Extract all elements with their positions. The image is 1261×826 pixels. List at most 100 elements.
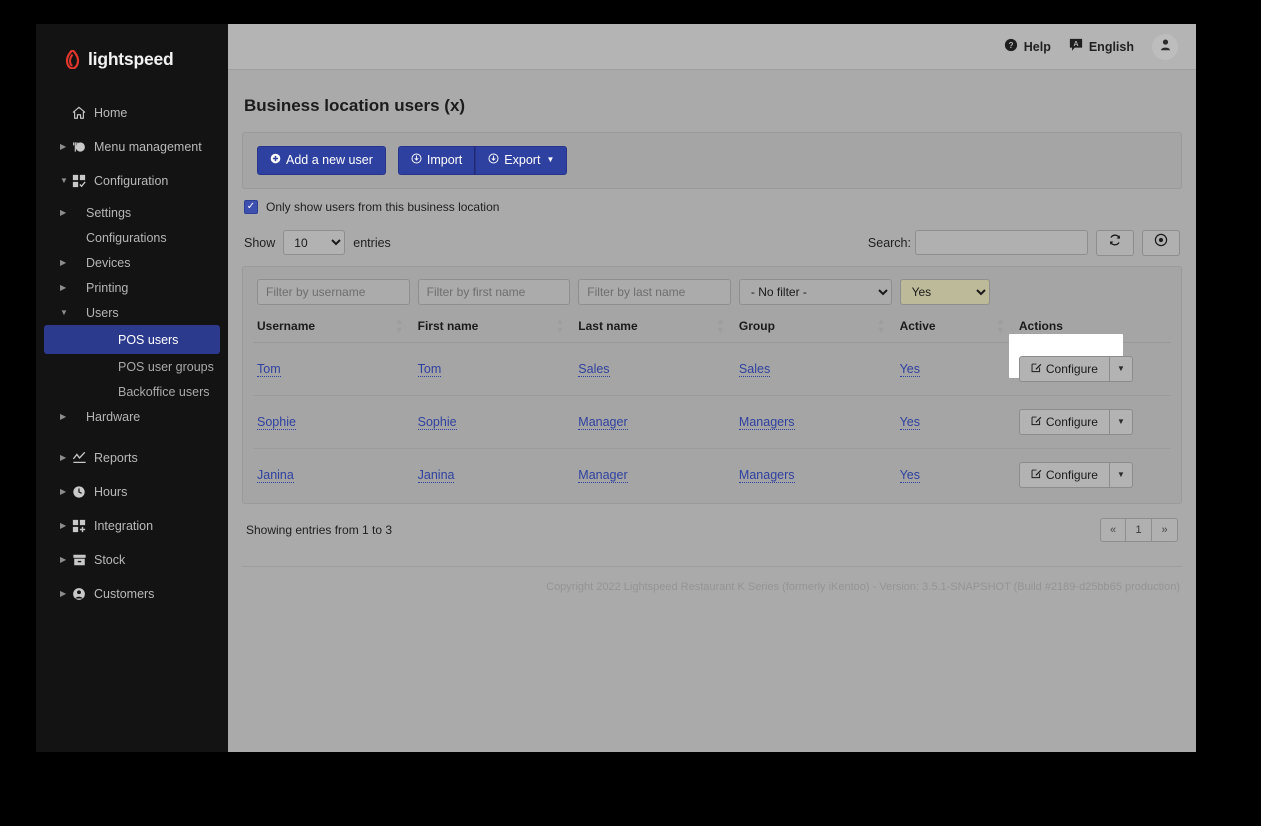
- first-name-link[interactable]: Janina: [417, 467, 455, 483]
- chevron-right-icon[interactable]: ▶: [60, 453, 72, 462]
- group-link[interactable]: Sales: [738, 361, 771, 377]
- configure-button[interactable]: Configure: [1018, 461, 1110, 488]
- sidebar-item-label: Backoffice users: [118, 384, 210, 399]
- sidebar-item-hardware[interactable]: ▶ Hardware: [36, 404, 228, 429]
- last-name-link[interactable]: Manager: [578, 467, 628, 483]
- sidebar-item-settings[interactable]: ▶ Settings: [36, 200, 228, 225]
- sidebar-item-pos-user-groups[interactable]: ▶ POS user groups: [36, 354, 228, 379]
- only-show-users-label: Only show users from this business locat…: [266, 199, 500, 214]
- sidebar-item-configuration[interactable]: ▼ Configuration: [36, 166, 228, 195]
- clock-icon: [72, 485, 94, 499]
- sidebar-item-integration[interactable]: ▶ Integration: [36, 511, 228, 540]
- export-arrow-icon: [488, 153, 499, 168]
- configure-button[interactable]: Configure: [1018, 355, 1110, 382]
- sort-icon[interactable]: ▲ ▼: [555, 316, 564, 335]
- pagination-page-1[interactable]: 1: [1126, 517, 1152, 542]
- last-name-link[interactable]: Sales: [578, 361, 610, 377]
- chevron-right-icon[interactable]: ▶: [60, 283, 72, 292]
- sidebar-item-label: Configuration: [94, 173, 169, 188]
- language-button[interactable]: A English: [1069, 38, 1134, 55]
- sidebar-item-configurations[interactable]: ▶ Configurations: [36, 225, 228, 250]
- export-button[interactable]: Export ▼: [475, 146, 568, 175]
- sidebar-item-menu-management[interactable]: ▶ Menu management: [36, 132, 228, 161]
- chevron-right-icon[interactable]: ▶: [60, 589, 72, 598]
- cell-active: Yes: [895, 395, 1015, 449]
- only-show-users-checkbox[interactable]: ✓: [244, 199, 258, 214]
- refresh-button[interactable]: [1096, 229, 1134, 256]
- filter-by-group-select[interactable]: - No filter -: [738, 278, 892, 305]
- chevron-right-icon[interactable]: ▶: [60, 208, 72, 217]
- sidebar-item-stock[interactable]: ▶ Stock: [36, 545, 228, 574]
- first-name-link[interactable]: Sophie: [417, 414, 457, 430]
- group-link[interactable]: Managers: [738, 414, 795, 430]
- chevron-right-icon[interactable]: ▶: [60, 258, 72, 267]
- sidebar-item-pos-users[interactable]: ▶ POS users: [44, 325, 220, 354]
- sidebar-item-label: Home: [94, 105, 128, 120]
- sidebar-item-home[interactable]: ▶ Home: [36, 98, 228, 127]
- column-header-username[interactable]: Username ▲ ▼: [253, 314, 414, 343]
- column-header-first-name[interactable]: First name ▲ ▼: [413, 314, 575, 343]
- username-link[interactable]: Sophie: [257, 414, 296, 430]
- export-label: Export: [504, 152, 541, 167]
- chevron-right-icon[interactable]: ▶: [60, 142, 72, 151]
- active-link[interactable]: Yes: [899, 414, 920, 430]
- chevron-right-icon[interactable]: ▶: [60, 487, 72, 496]
- sidebar-item-backoffice-users[interactable]: ▶ Backoffice users: [36, 379, 228, 404]
- sidebar-item-hours[interactable]: ▶ Hours: [36, 477, 228, 506]
- sidebar-item-label: Configurations: [86, 230, 167, 245]
- sidebar-item-devices[interactable]: ▶ Devices: [36, 250, 228, 275]
- chevron-right-icon[interactable]: ▶: [60, 521, 72, 530]
- first-name-link[interactable]: Tom: [417, 361, 442, 377]
- sidebar-item-label: Customers: [94, 586, 155, 601]
- users-table-card: - No filter - Yes: [242, 265, 1182, 504]
- entries-per-page-select[interactable]: 10: [283, 230, 346, 256]
- integration-icon: [72, 519, 94, 533]
- configure-dropdown-toggle[interactable]: ▼: [1109, 461, 1133, 488]
- sidebar-item-reports[interactable]: ▶ Reports: [36, 443, 228, 472]
- sidebar: lightspeed ▶ Home ▶ Menu management: [36, 24, 228, 752]
- chevron-down-icon[interactable]: ▼: [60, 176, 72, 185]
- chevron-right-icon[interactable]: ▶: [60, 412, 72, 421]
- chevron-right-icon[interactable]: ▶: [60, 555, 72, 564]
- configure-dropdown-toggle[interactable]: ▼: [1109, 408, 1133, 435]
- help-button[interactable]: ? Help: [1004, 38, 1051, 55]
- add-new-user-button[interactable]: Add a new user: [257, 146, 386, 175]
- filter-cell-first-name: [414, 278, 575, 315]
- cell-last-name: Sales: [574, 342, 735, 396]
- sidebar-item-customers[interactable]: ▶ Customers: [36, 579, 228, 608]
- column-label: Group: [738, 318, 775, 333]
- column-header-group[interactable]: Group ▲ ▼: [734, 314, 896, 343]
- configure-button[interactable]: Configure: [1018, 408, 1110, 435]
- sidebar-item-label: Stock: [94, 552, 126, 567]
- last-name-link[interactable]: Manager: [578, 414, 628, 430]
- brand-logo[interactable]: lightspeed: [36, 36, 228, 82]
- username-link[interactable]: Janina: [257, 467, 294, 483]
- import-button[interactable]: Import: [397, 146, 476, 175]
- sort-icon[interactable]: ▲ ▼: [877, 316, 886, 335]
- column-header-last-name[interactable]: Last name ▲ ▼: [574, 314, 735, 343]
- filter-by-first-name-input[interactable]: [417, 278, 571, 305]
- sort-icon[interactable]: ▲ ▼: [716, 316, 725, 335]
- active-link[interactable]: Yes: [899, 361, 920, 377]
- filter-by-username-input[interactable]: [257, 278, 410, 305]
- stock-box-icon: [72, 553, 94, 567]
- sidebar-item-printing[interactable]: ▶ Printing: [36, 275, 228, 300]
- sidebar-item-users[interactable]: ▼ Users: [36, 300, 228, 325]
- pagination-prev[interactable]: «: [1100, 517, 1126, 542]
- user-avatar-button[interactable]: [1152, 33, 1178, 60]
- column-header-active[interactable]: Active ▲ ▼: [895, 314, 1015, 343]
- username-link[interactable]: Tom: [257, 361, 281, 377]
- sidebar-item-label: POS users: [118, 332, 179, 347]
- active-link[interactable]: Yes: [899, 467, 920, 483]
- sort-icon[interactable]: ▲ ▼: [996, 316, 1005, 335]
- pagination-next[interactable]: »: [1152, 517, 1178, 542]
- configure-dropdown-toggle[interactable]: ▼: [1109, 355, 1133, 382]
- filter-by-active-select[interactable]: Yes: [899, 278, 990, 305]
- sort-icon[interactable]: ▲ ▼: [395, 316, 404, 335]
- reset-filters-button[interactable]: [1142, 229, 1180, 256]
- group-link[interactable]: Managers: [738, 467, 795, 483]
- edit-pencil-icon: [1031, 468, 1042, 482]
- chevron-down-icon[interactable]: ▼: [60, 308, 72, 317]
- search-input[interactable]: [915, 230, 1088, 256]
- filter-by-last-name-input[interactable]: [578, 278, 731, 305]
